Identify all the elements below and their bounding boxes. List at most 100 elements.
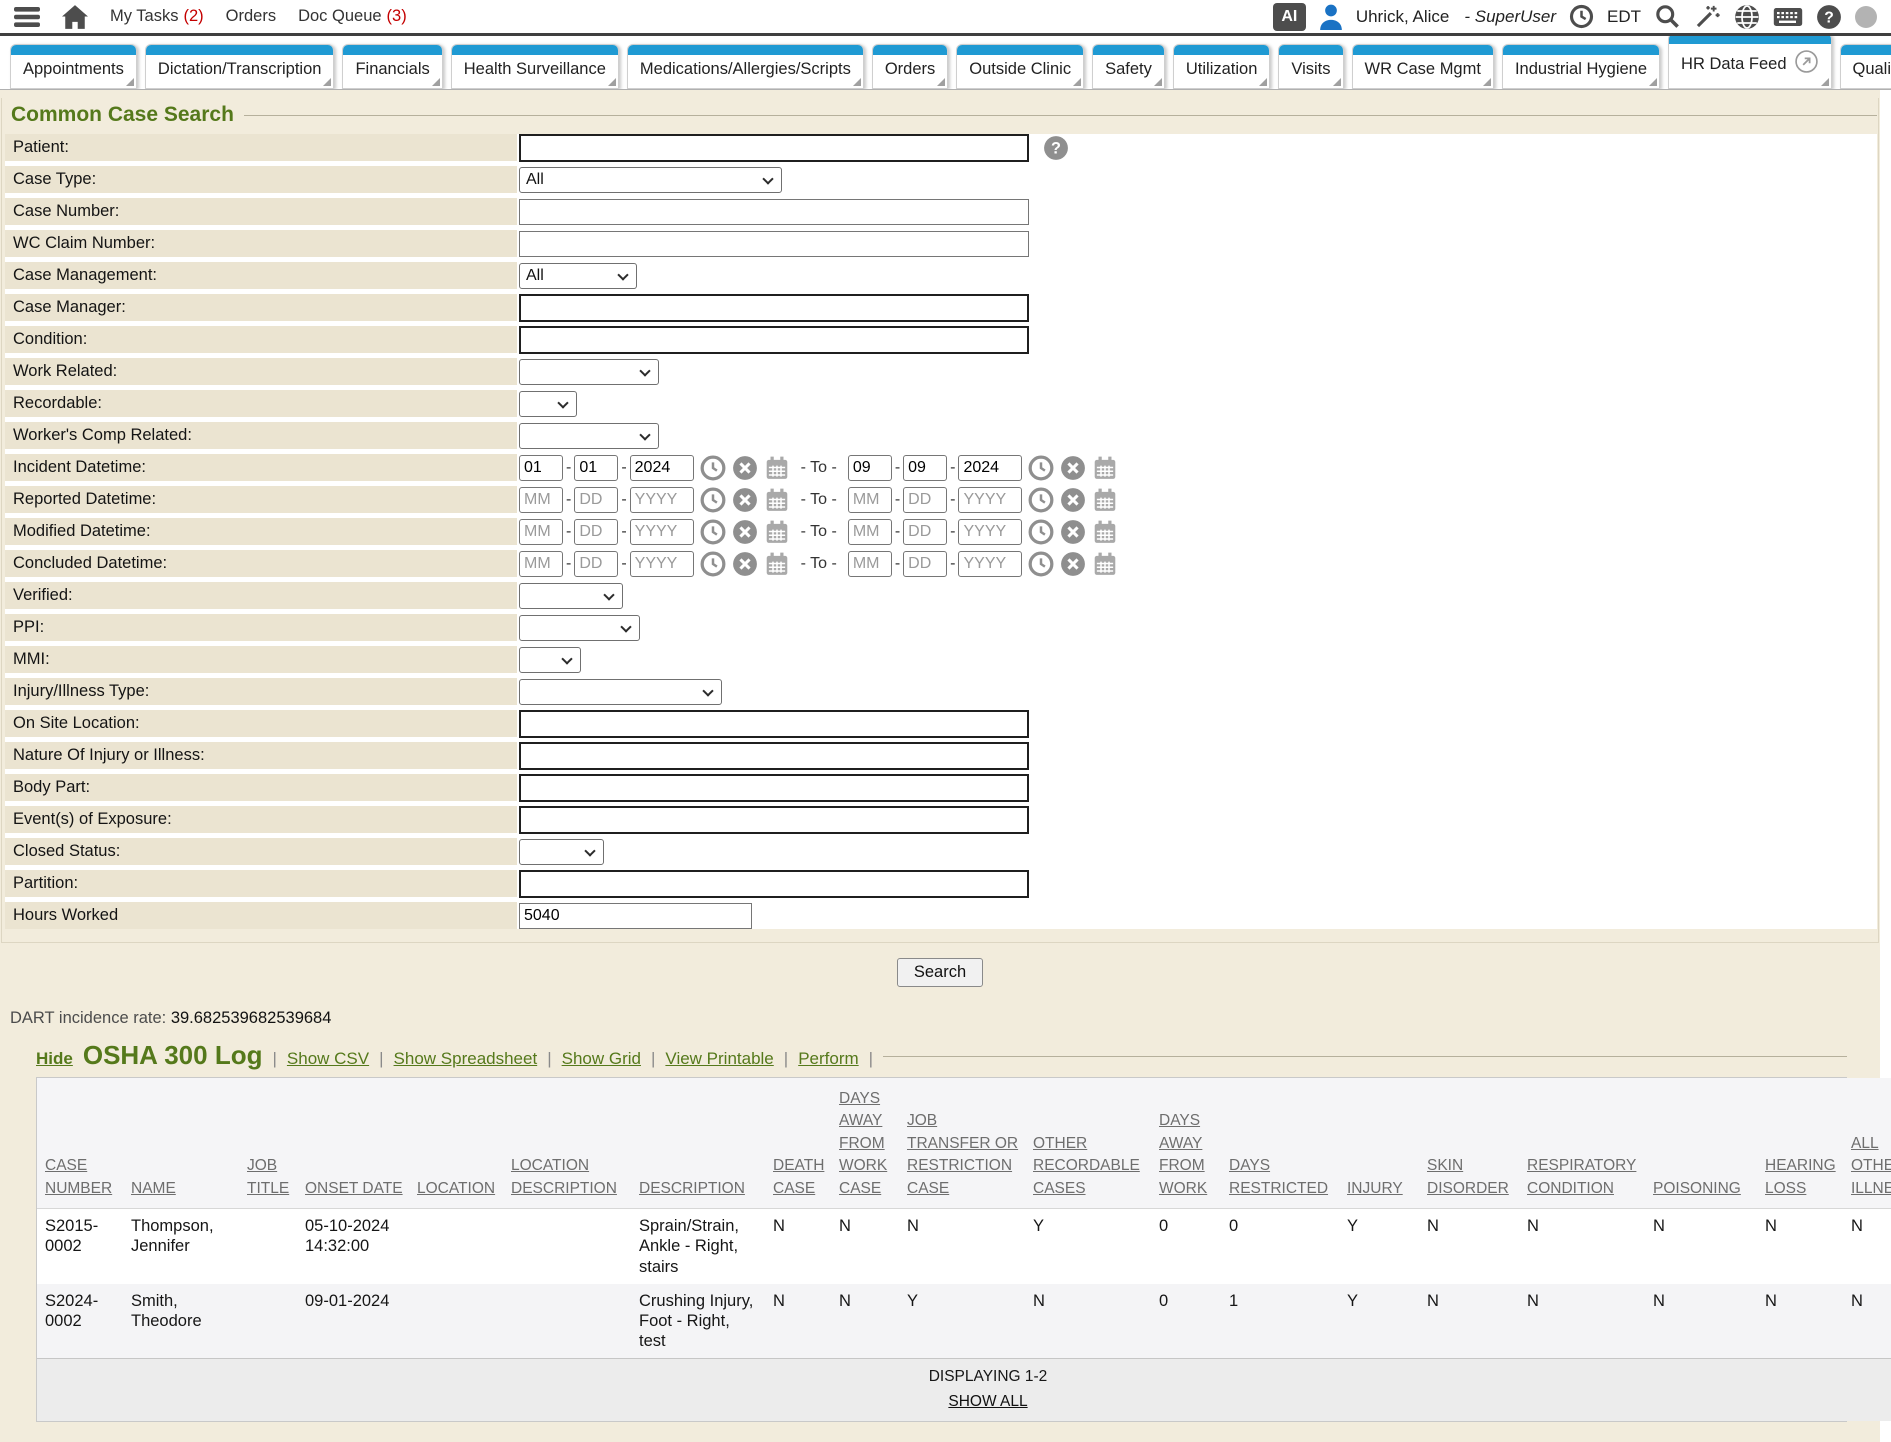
calendar-icon[interactable] xyxy=(1092,455,1118,481)
reported-datetime-from-mm-input[interactable] xyxy=(519,487,563,513)
patient-input[interactable] xyxy=(519,134,1029,162)
column-sort-link[interactable]: RESPIRATORY CONDITION xyxy=(1527,1157,1636,1196)
incident-datetime-from-yyyy-input[interactable] xyxy=(630,455,694,481)
column-sort-link[interactable]: DAYS AWAY FROM WORK CASE xyxy=(839,1090,887,1197)
keyboard-icon[interactable] xyxy=(1773,6,1803,28)
clear-icon[interactable] xyxy=(732,455,758,481)
mmi-select[interactable] xyxy=(519,647,581,673)
calendar-icon[interactable] xyxy=(1092,487,1118,513)
column-sort-link[interactable]: JOB TRANSFER OR RESTRICTION CASE xyxy=(907,1112,1018,1196)
tab-orders[interactable]: Orders xyxy=(872,44,948,89)
clear-icon[interactable] xyxy=(1060,551,1086,577)
tab-wr-case-mgmt[interactable]: WR Case Mgmt xyxy=(1352,44,1494,89)
field-help-icon[interactable]: ? xyxy=(1043,135,1069,161)
case-number-input[interactable] xyxy=(519,199,1029,225)
tab-outside-clinic[interactable]: Outside Clinic xyxy=(956,44,1084,89)
column-sort-link[interactable]: INJURY xyxy=(1347,1180,1403,1197)
clock-icon[interactable] xyxy=(1028,519,1054,545)
concluded-datetime-from-mm-input[interactable] xyxy=(519,551,563,577)
osha-link-show-csv[interactable]: Show CSV xyxy=(287,1049,369,1069)
column-sort-link[interactable]: JOB TITLE xyxy=(247,1157,289,1196)
concluded-datetime-from-yyyy-input[interactable] xyxy=(630,551,694,577)
tab-utilization[interactable]: Utilization xyxy=(1173,44,1271,89)
column-sort-link[interactable]: CASE NUMBER xyxy=(45,1157,112,1196)
column-sort-link[interactable]: POISONING xyxy=(1653,1180,1741,1197)
concluded-datetime-to-mm-input[interactable] xyxy=(848,551,892,577)
clock-icon[interactable] xyxy=(1569,4,1594,29)
verified-select[interactable] xyxy=(519,583,623,609)
calendar-icon[interactable] xyxy=(1092,551,1118,577)
clock-icon[interactable] xyxy=(700,551,726,577)
column-sort-link[interactable]: ALL OTHER ILLNESSES xyxy=(1851,1135,1891,1197)
incident-datetime-from-mm-input[interactable] xyxy=(519,455,563,481)
condition-input[interactable] xyxy=(519,326,1029,354)
case-manager-input[interactable] xyxy=(519,294,1029,322)
nav-my-tasks[interactable]: My Tasks(2) xyxy=(110,7,204,26)
modified-datetime-to-yyyy-input[interactable] xyxy=(958,519,1022,545)
tab-visits[interactable]: Visits xyxy=(1278,44,1343,89)
concluded-datetime-from-dd-input[interactable] xyxy=(574,551,618,577)
column-sort-link[interactable]: LOCATION DESCRIPTION xyxy=(511,1157,617,1196)
hamburger-menu-icon[interactable] xyxy=(14,7,40,27)
incident-datetime-to-dd-input[interactable] xyxy=(903,455,947,481)
case-management-select[interactable]: All xyxy=(519,263,637,289)
calendar-icon[interactable] xyxy=(764,519,790,545)
clock-icon[interactable] xyxy=(1028,551,1054,577)
search-button[interactable]: Search xyxy=(897,958,983,987)
osha-link-view-printable[interactable]: View Printable xyxy=(665,1049,773,1069)
nav-orders[interactable]: Orders xyxy=(226,7,276,26)
clear-icon[interactable] xyxy=(1060,455,1086,481)
modified-datetime-to-mm-input[interactable] xyxy=(848,519,892,545)
nav-doc-queue[interactable]: Doc Queue(3) xyxy=(298,7,407,26)
tab-safety[interactable]: Safety xyxy=(1092,44,1165,89)
column-sort-link[interactable]: NAME xyxy=(131,1180,176,1197)
column-sort-link[interactable]: HEARING LOSS xyxy=(1765,1157,1836,1196)
calendar-icon[interactable] xyxy=(764,487,790,513)
reported-datetime-to-mm-input[interactable] xyxy=(848,487,892,513)
calendar-icon[interactable] xyxy=(764,455,790,481)
on-site-location-input[interactable] xyxy=(519,710,1029,738)
concluded-datetime-to-yyyy-input[interactable] xyxy=(958,551,1022,577)
tab-appointments[interactable]: Appointments xyxy=(10,44,137,89)
clear-icon[interactable] xyxy=(1060,519,1086,545)
incident-datetime-from-dd-input[interactable] xyxy=(574,455,618,481)
work-related-select[interactable] xyxy=(519,359,659,385)
incident-datetime-to-mm-input[interactable] xyxy=(848,455,892,481)
recordable-select[interactable] xyxy=(519,391,577,417)
column-sort-link[interactable]: DAYS RESTRICTED xyxy=(1229,1157,1328,1196)
reported-datetime-to-dd-input[interactable] xyxy=(903,487,947,513)
tab-industrial-hygiene[interactable]: Industrial Hygiene xyxy=(1502,44,1660,89)
injury-illness-type-select[interactable] xyxy=(519,679,722,705)
ai-badge[interactable]: AI xyxy=(1273,3,1306,31)
modified-datetime-from-mm-input[interactable] xyxy=(519,519,563,545)
modified-datetime-from-dd-input[interactable] xyxy=(574,519,618,545)
event-s-of-exposure-input[interactable] xyxy=(519,806,1029,834)
nature-of-injury-or-illness-input[interactable] xyxy=(519,742,1029,770)
column-sort-link[interactable]: SKIN DISORDER xyxy=(1427,1157,1509,1196)
partition-input[interactable] xyxy=(519,870,1029,898)
worker-s-comp-related-select[interactable] xyxy=(519,423,659,449)
wc-claim-number-input[interactable] xyxy=(519,231,1029,257)
osha-link-perform[interactable]: Perform xyxy=(798,1049,858,1069)
closed-status-select[interactable] xyxy=(519,839,604,865)
clock-icon[interactable] xyxy=(700,455,726,481)
calendar-icon[interactable] xyxy=(1092,519,1118,545)
tab-dictation-transcription[interactable]: Dictation/Transcription xyxy=(145,44,335,89)
column-sort-link[interactable]: DEATH CASE xyxy=(773,1157,824,1196)
ppi-select[interactable] xyxy=(519,615,640,641)
globe-icon[interactable] xyxy=(1734,4,1760,30)
osha-link-show-grid[interactable]: Show Grid xyxy=(562,1049,641,1069)
calendar-icon[interactable] xyxy=(764,551,790,577)
tab-financials[interactable]: Financials xyxy=(342,44,442,89)
incident-datetime-to-yyyy-input[interactable] xyxy=(958,455,1022,481)
magic-wand-icon[interactable] xyxy=(1694,3,1721,30)
reported-datetime-to-yyyy-input[interactable] xyxy=(958,487,1022,513)
column-sort-link[interactable]: ONSET DATE xyxy=(305,1180,403,1197)
search-icon[interactable] xyxy=(1654,3,1681,30)
clock-icon[interactable] xyxy=(700,487,726,513)
tab-quality-of-care[interactable]: Quality of Care xyxy=(1840,44,1891,89)
reported-datetime-from-yyyy-input[interactable] xyxy=(630,487,694,513)
clear-icon[interactable] xyxy=(1060,487,1086,513)
tab-hr-data-feed[interactable]: HR Data Feed xyxy=(1668,36,1831,89)
tab-medications-allergies-scripts[interactable]: Medications/Allergies/Scripts xyxy=(627,44,864,89)
